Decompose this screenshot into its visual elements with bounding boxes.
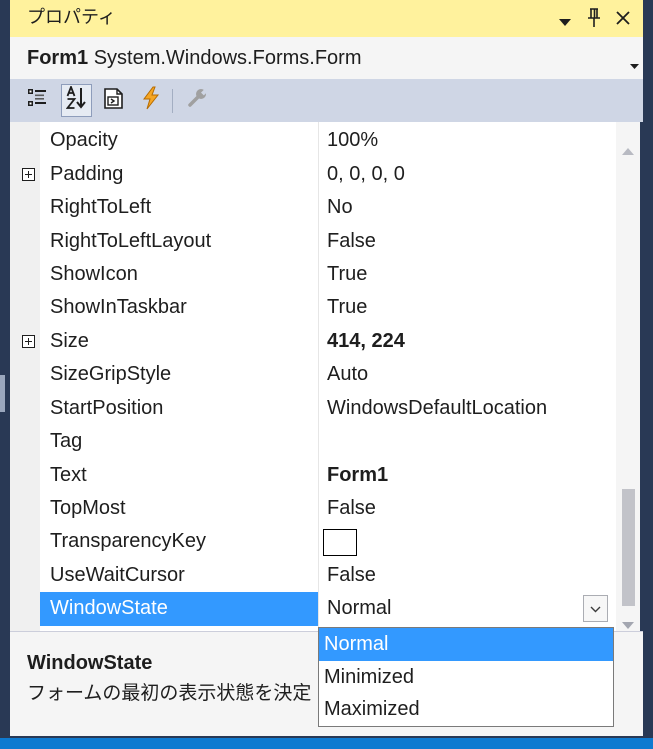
property-value[interactable]: No [319, 191, 616, 224]
alphabetical-sort-icon [65, 84, 88, 115]
property-name: UseWaitCursor [50, 563, 185, 586]
property-row-righttoleft[interactable]: RightToLeft No [10, 191, 616, 224]
property-row-text[interactable]: Text Form1 [10, 459, 616, 492]
categorized-button[interactable] [22, 84, 52, 117]
pin-icon[interactable] [587, 8, 601, 33]
property-row-padding[interactable]: Padding 0, 0, 0, 0 [10, 158, 616, 191]
object-type: System.Windows.Forms.Form [93, 47, 362, 69]
property-name: RightToLeft [50, 196, 152, 219]
property-name: TopMost [50, 496, 126, 519]
property-pages-icon [103, 86, 125, 115]
object-selector-label: Form1 System.Windows.Forms.Form [27, 37, 362, 79]
property-name: Padding [50, 162, 124, 185]
dropdown-option[interactable]: Minimized [319, 661, 613, 694]
property-value[interactable]: Normal [319, 592, 616, 625]
property-value[interactable] [319, 425, 616, 458]
window-title: プロパティ [27, 7, 116, 28]
property-name: ShowIcon [50, 262, 138, 285]
property-pages-button[interactable] [99, 84, 129, 117]
scrollbar-thumb[interactable] [622, 489, 635, 606]
property-grid: Opacity 100% Padding 0, 0, 0, 0 RightToL… [10, 122, 616, 631]
property-value[interactable]: Form1 [319, 459, 616, 492]
property-toolbar [10, 79, 643, 122]
property-row-usewaitcursor[interactable]: UseWaitCursor False [10, 559, 616, 592]
object-selector[interactable]: Form1 System.Windows.Forms.Form [10, 37, 643, 79]
property-name: SizeGripStyle [50, 363, 172, 386]
categorized-icon [27, 88, 47, 113]
events-lightning-icon [142, 86, 160, 115]
property-row-transparencykey[interactable]: TransparencyKey [10, 525, 616, 558]
property-value[interactable]: False [319, 225, 616, 258]
property-value[interactable]: Auto [319, 358, 616, 391]
alphabetical-button[interactable] [61, 84, 92, 117]
property-name: StartPosition [50, 396, 164, 419]
scroll-up-arrow-icon[interactable] [622, 142, 634, 160]
property-value[interactable]: 414, 224 [319, 325, 616, 358]
property-value[interactable] [319, 525, 616, 558]
value-dropdown-button[interactable] [583, 595, 608, 623]
close-icon[interactable] [616, 11, 630, 30]
property-name: Text [50, 463, 87, 486]
color-swatch[interactable] [323, 529, 357, 557]
property-name: TransparencyKey [50, 530, 206, 553]
status-strip [0, 738, 653, 749]
property-name: WindowState [40, 592, 318, 626]
chevron-down-icon[interactable] [630, 56, 639, 74]
property-value[interactable]: True [319, 258, 616, 291]
vertical-scrollbar[interactable] [616, 122, 640, 631]
dropdown-list[interactable]: Normal Minimized Maximized [318, 627, 614, 727]
events-button[interactable] [136, 84, 166, 117]
property-name: RightToLeftLayout [50, 229, 212, 252]
dropdown-option[interactable]: Normal [319, 628, 613, 661]
property-value[interactable]: 0, 0, 0, 0 [319, 158, 616, 191]
property-row-showintaskbar[interactable]: ShowInTaskbar True [10, 291, 616, 324]
expand-plus-icon[interactable] [22, 334, 35, 348]
property-row-opacity[interactable]: Opacity 100% [10, 124, 616, 157]
settings-button[interactable] [182, 84, 212, 117]
property-name: Size [50, 329, 89, 352]
property-row-showicon[interactable]: ShowIcon True [10, 258, 616, 291]
wrench-icon [187, 88, 209, 113]
property-row-size[interactable]: Size 414, 224 [10, 325, 616, 358]
property-name: ShowInTaskbar [50, 296, 187, 319]
object-name: Form1 [27, 47, 89, 69]
property-value[interactable]: True [319, 291, 616, 324]
property-name: Opacity [50, 129, 118, 152]
property-row-sizegripstyle[interactable]: SizeGripStyle Auto [10, 358, 616, 391]
property-value[interactable]: False [319, 559, 616, 592]
chevron-down-icon [590, 600, 601, 618]
dropdown-option[interactable]: Maximized [319, 693, 613, 726]
title-bar: プロパティ [10, 0, 643, 37]
property-name: Tag [50, 430, 83, 453]
frame-edge-marker [0, 375, 5, 412]
toolbar-separator [172, 89, 173, 113]
dropdown-triangle-icon[interactable] [559, 14, 571, 32]
property-row-windowstate[interactable]: WindowState Normal [10, 592, 616, 626]
property-value[interactable]: False [319, 492, 616, 525]
property-row-startposition[interactable]: StartPosition WindowsDefaultLocation [10, 392, 616, 425]
property-value[interactable]: WindowsDefaultLocation [319, 392, 616, 425]
property-row-topmost[interactable]: TopMost False [10, 492, 616, 525]
property-row-righttoleftlayout[interactable]: RightToLeftLayout False [10, 225, 616, 258]
property-row-tag[interactable]: Tag [10, 425, 616, 458]
description-title: WindowState [27, 652, 153, 674]
expand-plus-icon[interactable] [22, 167, 35, 181]
description-text: フォームの最初の表示状態を決定 [27, 682, 312, 704]
property-value[interactable]: 100% [319, 124, 616, 157]
